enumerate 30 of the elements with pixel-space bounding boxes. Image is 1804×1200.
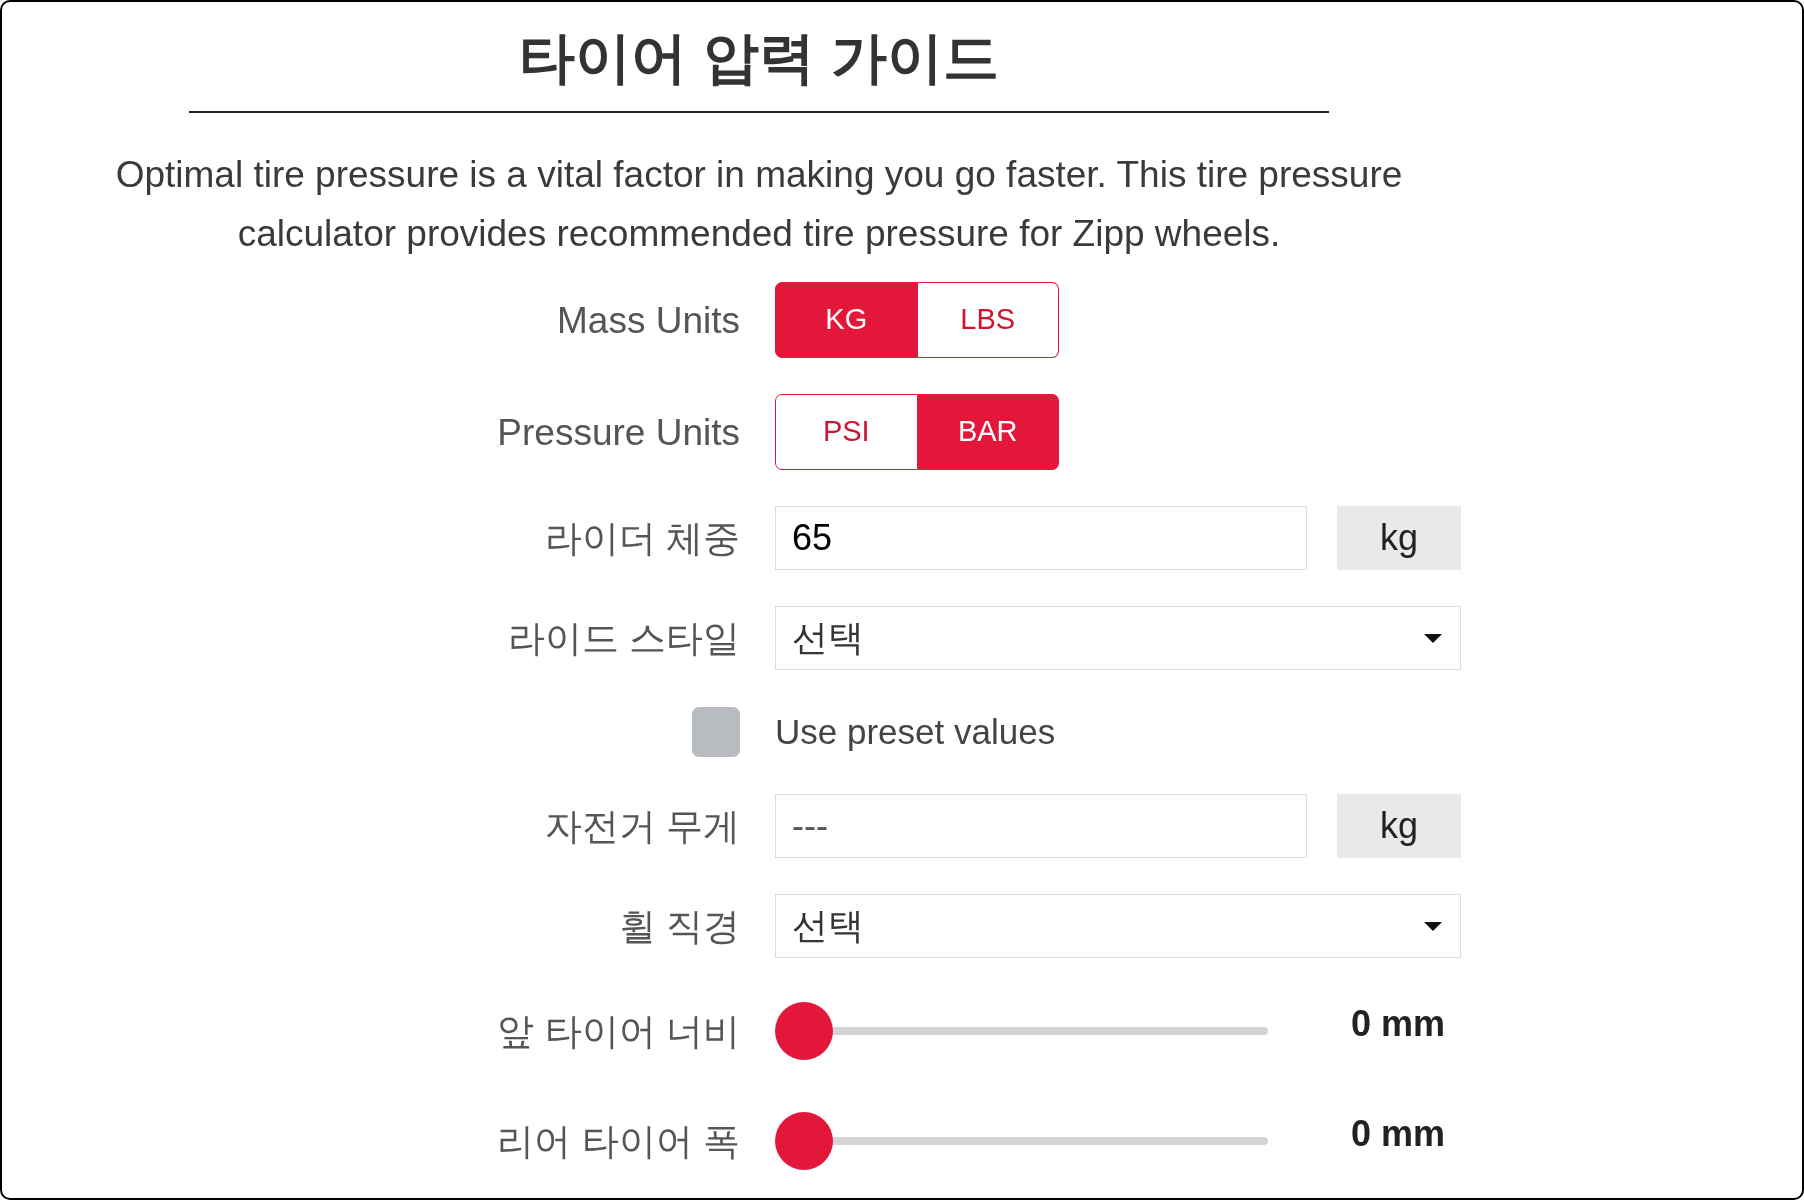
slider-thumb[interactable] xyxy=(775,1112,833,1171)
field-label: 앞 타이어 너비 xyxy=(497,1012,740,1050)
text-input[interactable]: 65 xyxy=(775,506,1307,571)
field-label: Pressure Units xyxy=(497,413,740,451)
slider-value: 0 mm xyxy=(1350,1112,1445,1157)
slider-track[interactable] xyxy=(775,1002,1268,1061)
slider-thumb[interactable] xyxy=(775,1002,833,1061)
checkbox[interactable] xyxy=(692,707,740,758)
unit-toggle-option[interactable]: PSI xyxy=(775,394,918,471)
slider-track[interactable] xyxy=(775,1112,1268,1171)
caret-down-icon xyxy=(1424,921,1442,931)
field-label: 라이드 스타일 xyxy=(507,619,740,657)
field-label: 라이더 체중 xyxy=(544,519,740,557)
caret-down-icon xyxy=(1424,633,1442,643)
checkbox-label: Use preset values xyxy=(775,710,1056,753)
select-dropdown[interactable]: 선택 xyxy=(775,894,1461,959)
slider-value: 0 mm xyxy=(1350,1002,1445,1047)
field-label: 자전거 무게 xyxy=(544,807,740,845)
field-label: 리어 타이어 폭 xyxy=(497,1122,740,1160)
field-label: Mass Units xyxy=(557,301,740,339)
text-input[interactable]: --- xyxy=(775,794,1307,859)
unit-toggle-option[interactable]: LBS xyxy=(917,282,1059,359)
intro-paragraph: Optimal tire pressure is a vital factor in making you go faster. This tire pressure calculator provides recommended tire pressure for Zipp wheels. xyxy=(114,153,1404,257)
unit-addon: kg xyxy=(1337,794,1461,859)
unit-addon: kg xyxy=(1337,506,1461,571)
unit-toggle-option[interactable]: BAR xyxy=(917,394,1059,471)
select-dropdown[interactable]: 선택 xyxy=(775,606,1461,671)
field-label: 휠 직경 xyxy=(618,907,740,945)
page-title: 타이어 압력 가이드 xyxy=(518,25,1000,91)
unit-toggle-option[interactable]: KG xyxy=(775,282,918,359)
